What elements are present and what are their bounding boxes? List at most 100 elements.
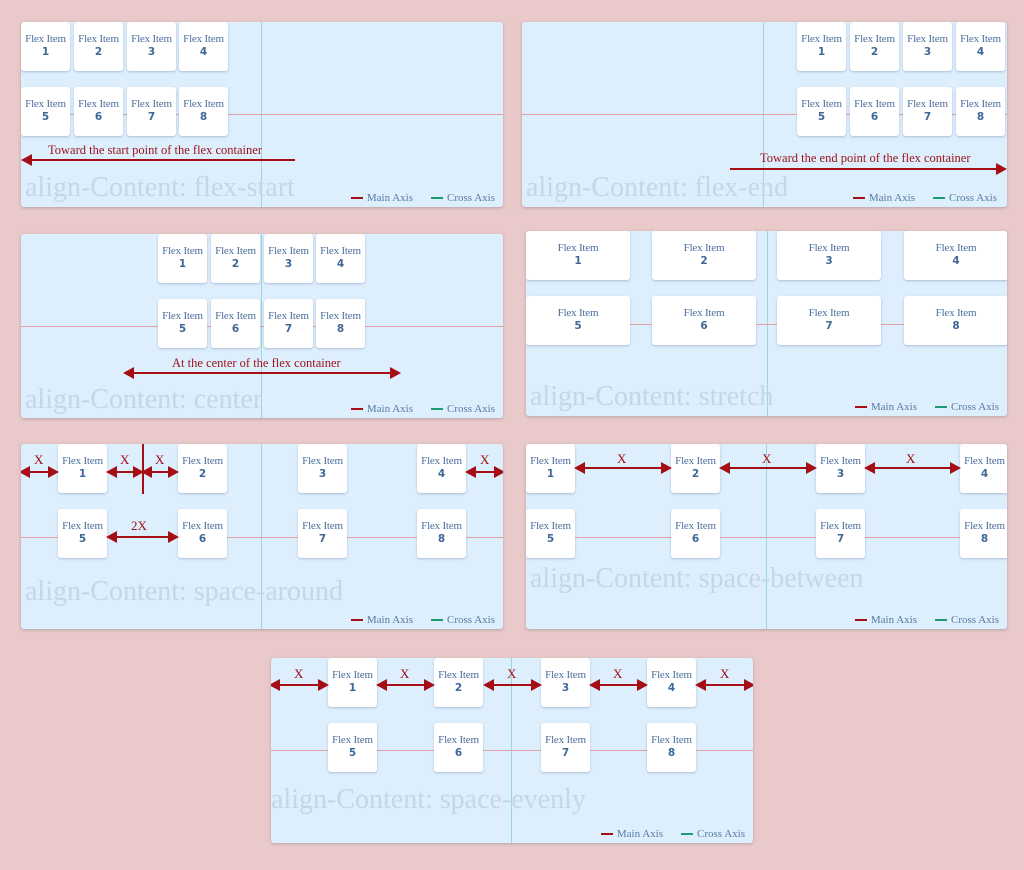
flex-item-4: Flex Item 4: [417, 444, 466, 493]
panel-title: align-Content: space-around: [25, 576, 344, 607]
gap-arrow-icon: [589, 679, 648, 691]
flex-item-3: Flex Item 3: [127, 22, 176, 71]
gap-arrow-icon: [106, 466, 144, 478]
main-axis-swatch-icon: [854, 406, 867, 409]
panel-title: align-Content: space-between: [530, 563, 864, 594]
panel-space-evenly: Flex Item 1 Flex Item 2 Flex Item 3 Flex It…: [271, 658, 753, 843]
gap-arrow-icon: [719, 462, 817, 474]
flex-item-2: Flex Item 2: [652, 231, 756, 280]
flex-item-2: Flex Item 2: [178, 444, 227, 493]
main-axis-line: [526, 537, 1007, 538]
flex-item-2: Flex Item 2: [671, 444, 720, 493]
flex-item-7: Flex Item 7: [127, 87, 176, 136]
axis-legend: Main Axis Cross Axis: [854, 614, 999, 626]
flex-item-6: Flex Item 6: [211, 299, 260, 348]
axis-legend: Main Axis Cross Axis: [350, 614, 495, 626]
main-axis-line: [21, 326, 503, 327]
axis-legend: Main Axis Cross Axis: [350, 403, 495, 415]
gap-label: X: [613, 666, 623, 681]
main-axis-swatch-icon: [854, 619, 867, 622]
gap-arrow-icon: [376, 679, 435, 691]
cross-axis-swatch-icon: [935, 619, 947, 622]
main-axis-swatch-icon: [350, 619, 363, 622]
flex-item-8: Flex Item 8: [960, 509, 1007, 558]
gap-label: X: [480, 452, 490, 467]
cross-axis-swatch-icon: [933, 197, 945, 200]
flex-item-3: Flex Item 3: [298, 444, 347, 493]
gap-label: X: [120, 452, 130, 467]
flex-item-7: Flex Item 7: [541, 723, 590, 772]
gap-label: X: [906, 451, 916, 466]
direction-caption: Toward the end point of the flex contain…: [760, 151, 971, 165]
flex-item-6: Flex Item 6: [671, 509, 720, 558]
flex-item-6: Flex Item 6: [652, 296, 756, 345]
main-axis-swatch-icon: [350, 408, 363, 411]
panel-title: align-Content: center: [25, 384, 263, 415]
gap-arrow-icon: [465, 466, 503, 478]
gap-label: X: [34, 452, 44, 467]
flex-item-4: Flex Item 4: [960, 444, 1007, 493]
gap-arrow-icon: [695, 679, 753, 691]
flex-item-7: Flex Item 7: [903, 87, 952, 136]
direction-caption: Toward the start point of the flex conta…: [48, 143, 262, 157]
flex-item-1: Flex Item 1: [526, 444, 575, 493]
flex-item-1: Flex Item 1: [58, 444, 107, 493]
flex-item-7: Flex Item 7: [777, 296, 881, 345]
panel-space-between: Flex Item 1 Flex Item 2 Flex Item 3 Flex It…: [526, 444, 1007, 629]
flex-item-5: Flex Item 5: [526, 509, 575, 558]
cross-axis-swatch-icon: [935, 406, 947, 409]
flex-item-6: Flex Item 6: [850, 87, 899, 136]
flex-item-3: Flex Item 3: [541, 658, 590, 707]
gap-arrow-icon: [483, 679, 542, 691]
flex-item-8: Flex Item 8: [179, 87, 228, 136]
flex-item-5: Flex Item 5: [158, 299, 207, 348]
cross-axis-swatch-icon: [431, 408, 443, 411]
flex-item-5: Flex Item 5: [58, 509, 107, 558]
double-arrow-icon: [123, 367, 401, 379]
flex-item-5: Flex Item 5: [328, 723, 377, 772]
gap-arrow-icon: [574, 462, 672, 474]
axis-legend: Main Axis Cross Axis: [852, 192, 997, 204]
flex-item-8: Flex Item 8: [647, 723, 696, 772]
flex-item-8: Flex Item 8: [956, 87, 1005, 136]
axis-legend: Main Axis Cross Axis: [600, 828, 745, 840]
gap-arrow-icon: [864, 462, 961, 474]
panel-title: align-Content: flex-start: [25, 172, 295, 203]
flex-item-3: Flex Item 3: [816, 444, 865, 493]
flex-item-8: Flex Item 8: [417, 509, 466, 558]
panel-title: align-Content: flex-end: [526, 172, 789, 203]
flex-item-1: Flex Item 1: [328, 658, 377, 707]
panel-flex-start: Flex Item 1 Flex Item 2 Flex Item 3 Flex It…: [21, 22, 503, 207]
flex-item-6: Flex Item 6: [434, 723, 483, 772]
panel-title: align-Content: space-evenly: [271, 784, 586, 815]
gap-label: X: [617, 451, 627, 466]
flex-item-4: Flex Item 4: [316, 234, 365, 283]
flex-item-4: Flex Item 4: [956, 22, 1005, 71]
flex-item-3: Flex Item 3: [264, 234, 313, 283]
axis-legend: Main Axis Cross Axis: [350, 192, 495, 204]
cross-axis-swatch-icon: [681, 833, 693, 836]
flex-item-1: Flex Item 1: [797, 22, 846, 71]
main-axis-swatch-icon: [852, 197, 865, 200]
gap-label: X: [507, 666, 517, 681]
direction-caption: At the center of the flex container: [172, 356, 341, 370]
gap-arrow-icon: [21, 466, 59, 478]
flex-item-1: Flex Item 1: [21, 22, 70, 71]
main-axis-swatch-icon: [600, 833, 613, 836]
cross-axis-swatch-icon: [431, 197, 443, 200]
axis-legend: Main Axis Cross Axis: [854, 401, 999, 413]
gap-label: X: [720, 666, 730, 681]
flex-item-1: Flex Item 1: [158, 234, 207, 283]
gap-arrow-icon: [141, 466, 179, 478]
gap-arrow-icon: [271, 679, 329, 691]
flex-item-4: Flex Item 4: [179, 22, 228, 71]
left-arrow-icon: [21, 154, 295, 166]
panel-title: align-Content: stretch: [530, 381, 774, 412]
gap-label: X: [762, 451, 772, 466]
double-gap-arrow-icon: [106, 531, 179, 543]
main-axis-swatch-icon: [350, 197, 363, 200]
flex-item-7: Flex Item 7: [264, 299, 313, 348]
flex-item-5: Flex Item 5: [526, 296, 630, 345]
panel-space-around: Flex Item 1 Flex Item 2 Flex Item 3 Flex It…: [21, 444, 503, 629]
right-arrow-icon: [730, 163, 1007, 175]
